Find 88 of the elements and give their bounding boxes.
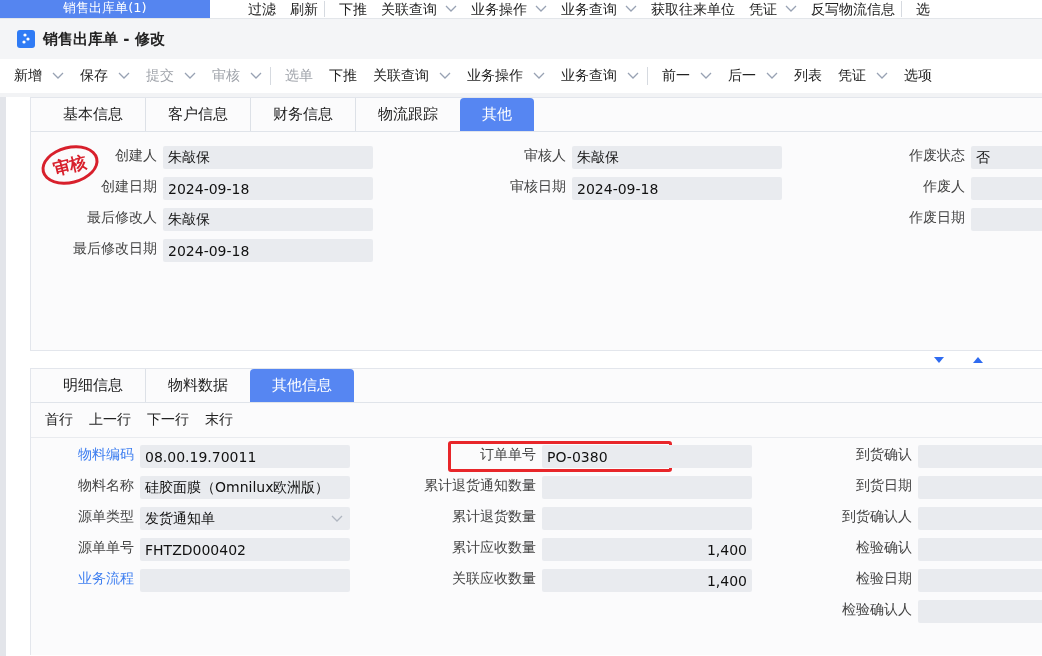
document-tab[interactable]: 销售出库单(1) [0,0,210,18]
row-nav-button[interactable]: 下一行 [139,411,197,429]
input-field[interactable]: 2024-09-18 [163,239,373,262]
field-label: 源单类型 [78,507,134,525]
collapse-up-icon[interactable] [973,356,983,363]
chevron-down-icon [766,72,778,80]
chevron-down-icon [700,72,712,80]
field-label: 订单单号 [480,445,536,463]
toolbar-button[interactable]: 业务查询 [553,67,648,85]
toolbar-button[interactable]: 保存 [72,67,138,85]
toolbar-item[interactable]: 选 [908,1,936,17]
field-label: 检验确认人 [842,600,912,618]
toolbar-button[interactable]: 关联查询 [365,67,459,85]
chevron-down-icon [118,72,130,80]
field-link[interactable]: 物料编码 [78,445,134,463]
input-field[interactable]: 2024-09-18 [572,177,782,200]
row-nav-button[interactable]: 首行 [37,411,81,429]
field-label: 物料名称 [78,476,134,494]
toolbar-item[interactable]: 凭证 [741,1,803,17]
chevron-down-icon [535,5,547,13]
tab[interactable]: 客户信息 [145,98,250,131]
input-field[interactable]: 硅胶面膜（Omnilux欧洲版） [140,476,350,499]
field-label: 最后修改日期 [73,239,157,257]
toolbar-button[interactable]: 列表 [786,67,830,85]
field-label: 作废状态 [909,146,965,164]
tab[interactable]: 财务信息 [250,98,355,131]
chevron-down-icon [52,72,64,80]
toolbar-button[interactable]: 后一 [720,67,786,85]
chevron-down-icon [445,5,457,13]
input-field[interactable]: FHTZD000402 [140,538,350,561]
input-field[interactable]: 朱敲保 [163,208,373,231]
field-label: 最后修改人 [87,208,157,226]
toolbar-item[interactable]: 过滤 [240,1,282,17]
input-field[interactable]: 1,400 [542,538,752,561]
toolbar-item[interactable]: 业务操作 [463,1,553,17]
toolbar-item[interactable]: 下推 [331,1,373,17]
chevron-down-icon [533,72,545,80]
input-field[interactable]: 否 [971,146,1042,169]
field-label: 到货确认 [856,445,912,463]
field-label: 累计退货数量 [452,507,536,525]
field-label: 作废人 [923,177,965,195]
select-field[interactable]: 发货通知单 [140,507,350,530]
input-field[interactable]: 2024-09-18 [163,177,373,200]
tab[interactable]: 明细信息 [41,369,145,402]
collapse-down-icon[interactable] [934,356,944,363]
toolbar-button[interactable]: 前一 [654,67,720,85]
row-nav-button[interactable]: 上一行 [81,411,139,429]
toolbar-button[interactable]: 下推 [321,67,365,85]
toolbar-item[interactable]: 关联查询 [373,1,463,17]
chevron-down-icon [250,72,262,80]
chevron-down-icon [184,72,196,80]
field-label: 关联应收数量 [452,569,536,587]
toolbar-item[interactable]: 获取往来单位 [643,1,741,17]
toolbar-button[interactable]: 新增 [6,67,72,85]
field-label: 到货日期 [856,476,912,494]
field-label: 创建日期 [101,177,157,195]
input-field[interactable]: 1,400 [542,569,752,592]
toolbar-item[interactable]: 刷新 [282,1,325,17]
input-field[interactable]: 朱敲保 [163,146,373,169]
chevron-down-icon [876,72,888,80]
chevron-down-icon[interactable] [331,514,343,523]
toolbar-button[interactable]: 选项 [896,67,940,85]
row-nav-button[interactable]: 末行 [197,411,241,429]
input-field[interactable]: 朱敲保 [572,146,782,169]
input-field[interactable]: PO-0380 [542,445,752,468]
field-label: 检验日期 [856,569,912,587]
toolbar-item[interactable]: 业务查询 [553,1,643,17]
field-label: 累计应收数量 [452,538,536,556]
field-label: 审核人 [524,146,566,164]
field-label: 累计退货通知数量 [424,476,536,494]
toolbar-button[interactable]: 业务操作 [459,67,553,85]
chevron-down-icon [439,72,451,80]
field-label: 检验确认 [856,538,912,556]
field-link[interactable]: 业务流程 [78,569,134,587]
tab[interactable]: 基本信息 [41,98,145,131]
window-title: 销售出库单 - 修改 [43,29,165,49]
field-label: 作废日期 [909,208,965,226]
chevron-down-icon [627,72,639,80]
chevron-down-icon [625,5,637,13]
field-label: 源单单号 [78,538,134,556]
toolbar-button[interactable]: 凭证 [830,67,896,85]
field-label: 创建人 [115,146,157,164]
field-label: 审核日期 [510,177,566,195]
toolbar-item[interactable]: 反写物流信息 [803,1,902,17]
input-field[interactable]: 08.00.19.70011 [140,445,350,468]
chevron-down-icon [785,5,797,13]
app-icon [17,30,35,48]
field-label: 到货确认人 [842,507,912,525]
